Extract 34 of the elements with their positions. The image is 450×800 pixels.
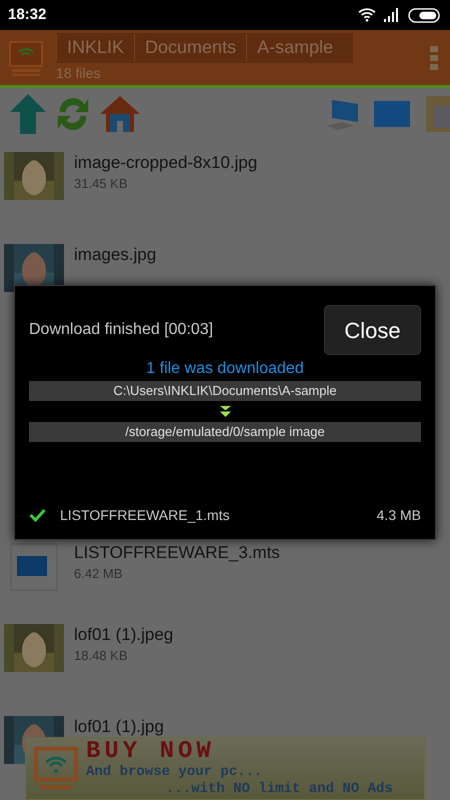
file-size: 18.48 KB bbox=[74, 647, 128, 665]
file-count: 18 files bbox=[56, 64, 102, 82]
breadcrumb[interactable]: A-sample bbox=[246, 34, 344, 61]
downloaded-file-name: LISTOFFREEWARE_1.mts bbox=[60, 506, 230, 525]
monitor-icon[interactable] bbox=[374, 101, 410, 127]
file-name[interactable]: LISTOFFREEWARE_3.mts bbox=[74, 542, 280, 564]
downloaded-file-size: 4.3 MB bbox=[376, 506, 421, 524]
overflow-menu-icon[interactable] bbox=[430, 46, 438, 70]
clock: 18:32 bbox=[8, 4, 46, 25]
dialog-title: Download finished [00:03] bbox=[29, 320, 214, 340]
file-size: 6.42 MB bbox=[74, 565, 124, 583]
close-button[interactable]: Close bbox=[324, 305, 421, 355]
up-arrow-icon[interactable] bbox=[10, 94, 46, 134]
file-name[interactable]: images.jpg bbox=[74, 244, 156, 266]
double-down-arrow-icon bbox=[220, 406, 230, 417]
breadcrumb[interactable]: Documents bbox=[134, 34, 246, 61]
file-name[interactable]: lof01 (1).jpg bbox=[74, 716, 164, 738]
video-file-icon bbox=[9, 542, 59, 592]
file-name[interactable]: image-cropped-8x10.jpg bbox=[74, 152, 258, 174]
buy-now-headline: BUY NOW bbox=[86, 740, 216, 764]
battery-icon bbox=[408, 8, 442, 22]
file-size: 31.45 KB bbox=[74, 175, 128, 193]
breadcrumb[interactable]: INKLIK bbox=[56, 34, 134, 61]
ad-text: And browse your pc... bbox=[86, 764, 264, 780]
wifi-icon bbox=[358, 8, 376, 22]
ad-text: ...with NO limit and NO Ads bbox=[165, 780, 393, 798]
signal-icon bbox=[384, 8, 400, 22]
ad-banner[interactable]: BUY NOW And browse your pc... ...with NO limit and NO Ads bbox=[25, 737, 425, 800]
folder-icon[interactable] bbox=[426, 96, 450, 132]
destination-path: /storage/emulated/0/sample image bbox=[29, 422, 421, 442]
home-icon[interactable] bbox=[100, 94, 140, 134]
download-summary: 1 file was downloaded bbox=[146, 359, 304, 379]
file-name[interactable]: lof01 (1).jpeg bbox=[74, 624, 174, 646]
source-path: C:\Users\INKLIK\Documents\A-sample bbox=[29, 381, 421, 401]
